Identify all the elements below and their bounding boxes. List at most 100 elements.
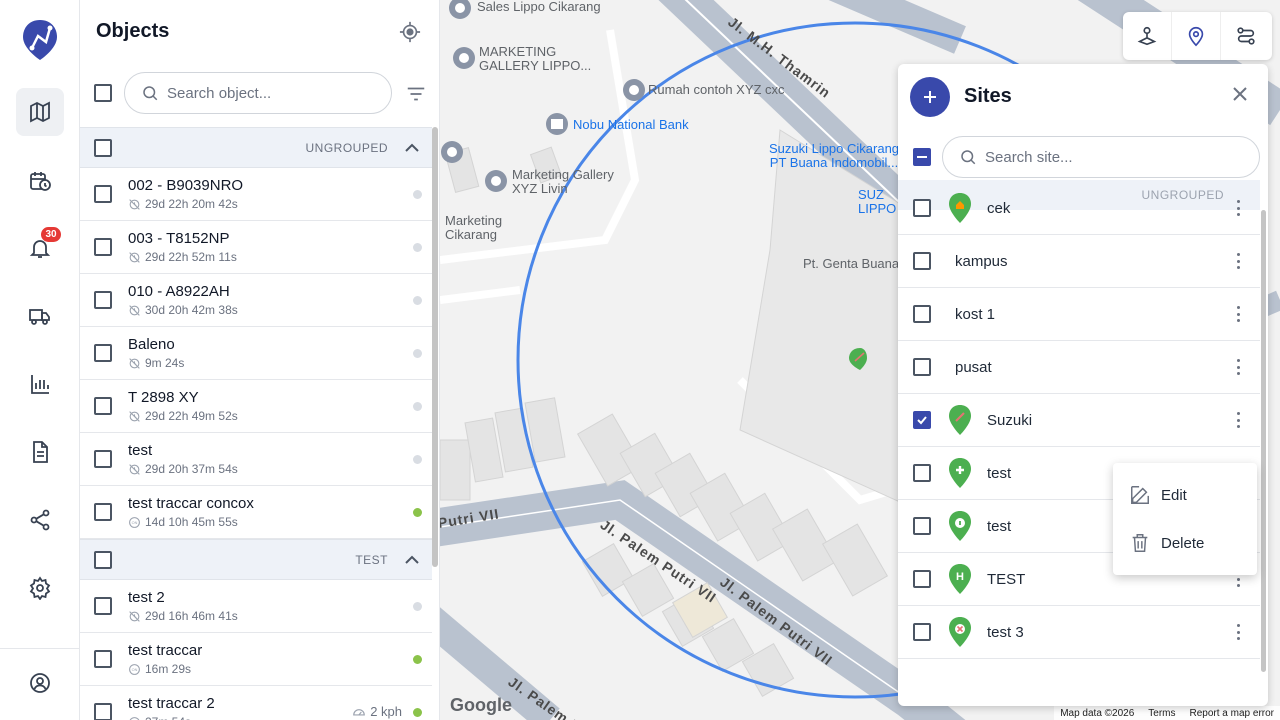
object-time: 14d 10h 45m 55s xyxy=(145,515,238,529)
object-checkbox[interactable] xyxy=(94,397,112,415)
share-icon[interactable] xyxy=(16,496,64,544)
notification-count-badge: 30 xyxy=(41,227,61,242)
site-checkbox[interactable] xyxy=(913,252,931,270)
site-row[interactable]: pusat xyxy=(898,341,1260,394)
map-attribution: Map data ©2026 Terms Report a map error xyxy=(1054,706,1280,720)
locate-icon[interactable] xyxy=(398,20,422,44)
delete-menu-item[interactable]: Delete xyxy=(1113,519,1257,567)
calendar-clock-icon[interactable] xyxy=(16,157,64,205)
object-checkbox[interactable] xyxy=(94,291,112,309)
site-checkbox[interactable] xyxy=(913,623,931,641)
search-icon xyxy=(961,150,976,165)
group-checkbox[interactable] xyxy=(94,550,112,569)
object-row[interactable]: 003 - T8152NP 29d 22h 52m 11s xyxy=(80,221,432,274)
site-checkbox[interactable] xyxy=(913,411,931,429)
object-checkbox[interactable] xyxy=(94,503,112,521)
object-group-header[interactable]: UNGROUPED xyxy=(80,127,432,168)
object-row[interactable]: 002 - B9039NRO 29d 22h 20m 42s xyxy=(80,168,432,221)
site-row[interactable]: kost 1 xyxy=(898,288,1260,341)
site-list: cek kampus kost 1 pusat Suzuki test test H TEST t… xyxy=(898,182,1260,659)
user-circle-icon[interactable] xyxy=(16,659,64,707)
select-all-sites-checkbox[interactable] xyxy=(913,148,931,166)
more-vert-icon[interactable] xyxy=(1236,624,1240,640)
group-checkbox[interactable] xyxy=(94,138,112,157)
object-checkbox[interactable] xyxy=(94,344,112,362)
more-vert-icon[interactable] xyxy=(1236,306,1240,322)
site-name: kampus xyxy=(955,252,1008,270)
select-all-objects-checkbox[interactable] xyxy=(94,84,112,102)
object-row[interactable]: T 2898 XY 29d 22h 49m 52s xyxy=(80,380,432,433)
edit-menu-item[interactable]: Edit xyxy=(1113,471,1257,519)
object-duration: 9m 24s xyxy=(128,356,184,370)
chevron-up-icon[interactable] xyxy=(404,552,420,573)
site-row[interactable]: test 3 xyxy=(898,606,1260,659)
object-checkbox[interactable] xyxy=(94,703,112,720)
object-group-header[interactable]: TEST xyxy=(80,539,432,580)
route-icon[interactable] xyxy=(1123,12,1172,60)
site-checkbox[interactable] xyxy=(913,199,931,217)
site-row[interactable]: cek xyxy=(898,182,1260,235)
more-vert-icon[interactable] xyxy=(1236,359,1240,375)
status-dot xyxy=(413,455,422,464)
site-checkbox[interactable] xyxy=(913,305,931,323)
poi-label: Sales Lippo Cikarang xyxy=(477,0,601,14)
app-logo[interactable] xyxy=(20,18,60,62)
location-pin-icon[interactable] xyxy=(1172,12,1221,60)
map-icon[interactable] xyxy=(16,88,64,136)
object-row[interactable]: test traccar 2 ON 27m 54s 2 kph xyxy=(80,686,432,720)
chevron-up-icon[interactable] xyxy=(404,140,420,161)
more-vert-icon[interactable] xyxy=(1236,412,1240,428)
more-vert-icon[interactable] xyxy=(1236,253,1240,269)
object-search-input[interactable] xyxy=(167,84,367,102)
object-row[interactable]: Baleno 9m 24s xyxy=(80,327,432,380)
object-row[interactable]: test 2 29d 16h 46m 41s xyxy=(80,580,432,633)
object-row[interactable]: test 29d 20h 37m 54s xyxy=(80,433,432,486)
site-row[interactable]: Suzuki xyxy=(898,394,1260,447)
site-checkbox[interactable] xyxy=(913,517,931,535)
document-icon[interactable] xyxy=(16,428,64,476)
site-search-field[interactable] xyxy=(942,136,1260,178)
object-row[interactable]: 010 - A8922AH 30d 20h 42m 38s xyxy=(80,274,432,327)
site-checkbox[interactable] xyxy=(913,464,931,482)
object-duration: 29d 22h 20m 42s xyxy=(128,197,243,211)
engine-icon: ON xyxy=(128,516,141,529)
site-row[interactable]: kampus xyxy=(898,235,1260,288)
bar-chart-icon[interactable] xyxy=(16,360,64,408)
status-dot xyxy=(413,402,422,411)
object-info: 002 - B9039NRO 29d 22h 20m 42s xyxy=(128,177,243,211)
truck-icon[interactable] xyxy=(16,292,64,340)
no-signal-clock-icon xyxy=(128,251,141,264)
object-name: test xyxy=(128,442,153,459)
object-row[interactable]: test traccar concox ON 14d 10h 45m 55s xyxy=(80,486,432,539)
object-checkbox[interactable] xyxy=(94,450,112,468)
object-time: 30d 20h 42m 38s xyxy=(145,303,238,317)
object-search-field[interactable] xyxy=(124,72,392,114)
site-name: TEST xyxy=(987,570,1026,588)
site-list-scrollbar[interactable] xyxy=(1261,210,1266,672)
gear-icon[interactable] xyxy=(16,564,64,612)
close-icon[interactable] xyxy=(1228,82,1252,106)
object-checkbox[interactable] xyxy=(94,650,112,668)
bell-icon[interactable]: 30 xyxy=(16,224,64,272)
terms-link[interactable]: Terms xyxy=(1148,708,1175,719)
object-checkbox[interactable] xyxy=(94,185,112,203)
object-row[interactable]: test traccar ON 16m 29s xyxy=(80,633,432,686)
object-checkbox[interactable] xyxy=(94,238,112,256)
object-time: 29d 22h 20m 42s xyxy=(145,197,238,211)
add-site-button[interactable] xyxy=(910,77,950,117)
object-info: 003 - T8152NP 29d 22h 52m 11s xyxy=(128,230,237,264)
object-time: 16m 29s xyxy=(145,662,192,676)
site-checkbox[interactable] xyxy=(913,358,931,376)
route-settings-icon[interactable] xyxy=(1221,12,1270,60)
filter-icon[interactable] xyxy=(404,82,428,106)
more-vert-icon[interactable] xyxy=(1236,200,1240,216)
object-name: test traccar xyxy=(128,642,203,659)
object-time: 27m 54s xyxy=(145,715,191,720)
google-logo: Google xyxy=(450,695,512,715)
poi-label: Suzuki Lippo Cikarang PT Buana Indomobil… xyxy=(768,141,900,170)
object-checkbox[interactable] xyxy=(94,597,112,615)
site-checkbox[interactable] xyxy=(913,570,931,588)
object-list-scrollbar[interactable] xyxy=(432,127,438,567)
report-map-error-link[interactable]: Report a map error xyxy=(1190,708,1274,719)
site-search-input[interactable] xyxy=(985,148,1185,166)
